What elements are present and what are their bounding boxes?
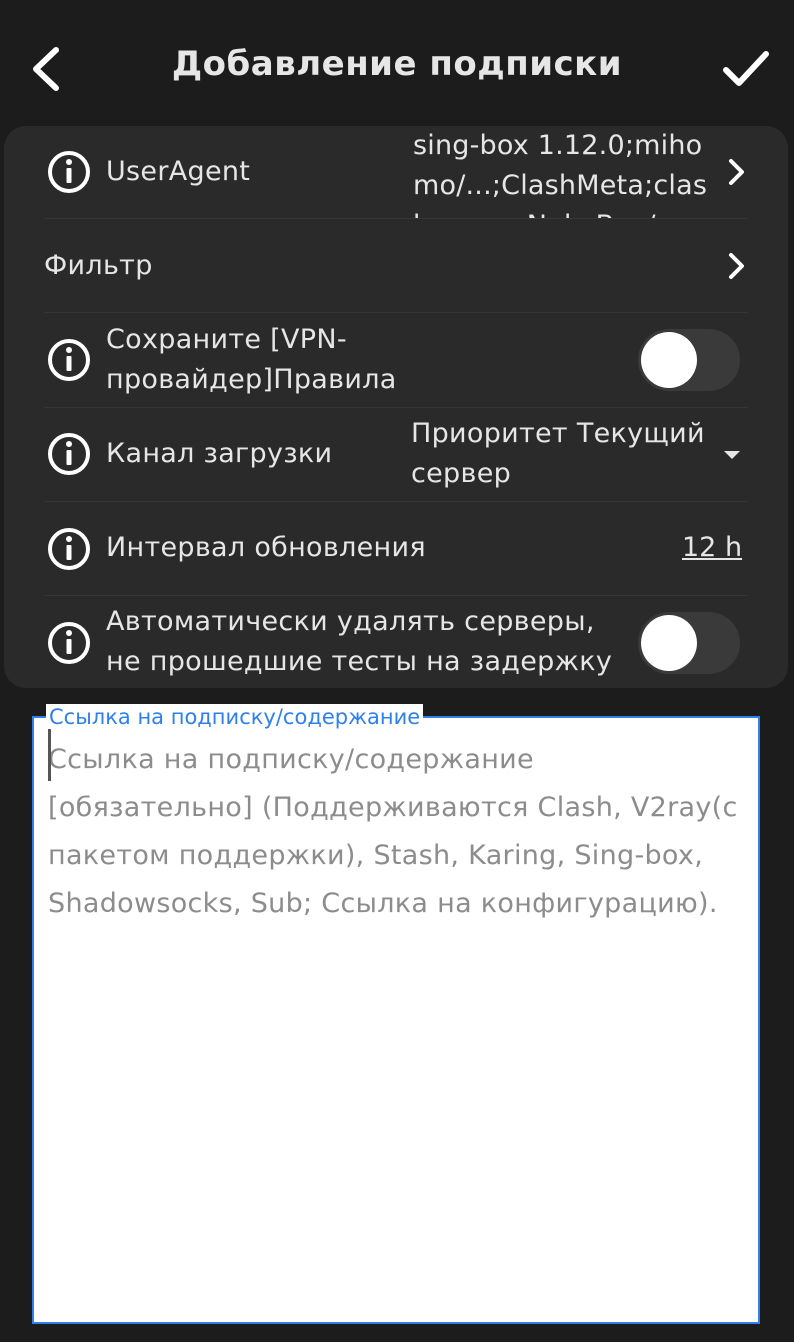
info-icon[interactable]	[46, 149, 92, 195]
auto-remove-servers-toggle[interactable]	[638, 612, 740, 674]
chevron-right-icon[interactable]	[726, 251, 748, 281]
toggle-knob	[641, 332, 697, 388]
text-caret	[48, 729, 51, 781]
save-vpn-rules-label: Сохраните [VPN-провайдер]Правила	[106, 324, 397, 395]
auto-remove-servers-row: Автоматически удалять серверы, не прошед…	[44, 596, 748, 688]
info-icon[interactable]	[46, 337, 92, 383]
download-channel-select[interactable]: Приоритет Текущий сервер	[411, 414, 711, 494]
update-interval-label: Интервал обновления	[106, 532, 426, 563]
settings-card: UserAgent sing-box 1.12.0;mihomo/...;Cla…	[4, 126, 788, 688]
filter-label: Фильтр	[44, 250, 153, 281]
check-icon	[723, 51, 769, 86]
download-channel-label: Канал загрузки	[106, 438, 333, 469]
user-agent-label: UserAgent	[106, 156, 251, 187]
info-icon[interactable]	[46, 431, 92, 477]
dropdown-arrow-icon[interactable]	[724, 451, 740, 459]
user-agent-row[interactable]: UserAgent sing-box 1.12.0;mihomo/...;Cla…	[44, 126, 748, 218]
info-icon[interactable]	[46, 526, 92, 572]
subscription-input-label: Ссылка на подписку/содержание	[46, 704, 424, 730]
info-icon[interactable]	[46, 620, 92, 666]
auto-remove-servers-label: Автоматически удалять серверы, не прошед…	[106, 606, 613, 677]
subscription-input[interactable]	[48, 736, 738, 1306]
page-title: Добавление подписки	[171, 44, 623, 84]
toggle-knob	[641, 615, 697, 671]
update-interval-value[interactable]: 12 h	[682, 528, 742, 568]
save-vpn-rules-row: Сохраните [VPN-провайдер]Правила	[44, 313, 748, 407]
app-bar: Добавление подписки	[0, 0, 794, 126]
chevron-right-icon[interactable]	[726, 157, 748, 187]
confirm-button[interactable]	[720, 46, 772, 92]
filter-row[interactable]: Фильтр	[44, 219, 748, 312]
download-channel-row: Канал загрузки Приоритет Текущий сервер	[44, 408, 748, 501]
update-interval-row: Интервал обновления 12 h	[44, 502, 748, 595]
save-vpn-rules-toggle[interactable]	[638, 329, 740, 391]
user-agent-value: sing-box 1.12.0;mihomo/...;ClashMeta;cla…	[413, 130, 708, 218]
